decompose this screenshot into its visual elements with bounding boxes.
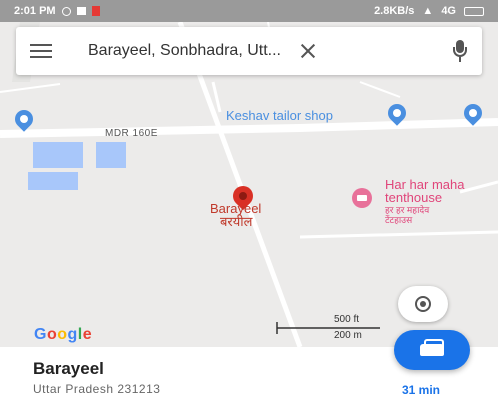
place-title: Barayeel [33, 359, 104, 378]
status-bar: 2:01 PM 2.8KB/s ▲ 4G [0, 0, 498, 22]
road-label: MDR 160E [105, 128, 158, 139]
car-icon [420, 339, 444, 356]
menu-icon[interactable] [30, 44, 52, 58]
place-label-hi: बरयील [220, 214, 253, 229]
network-type: 4G [441, 5, 456, 17]
mic-icon[interactable] [452, 40, 468, 62]
directions-button[interactable] [394, 330, 470, 370]
notification-icon [76, 7, 86, 15]
status-time: 2:01 PM [14, 5, 56, 17]
google-logo: Google [34, 326, 93, 343]
poi-sub-line2: टेंटहाउस [385, 215, 413, 225]
poi-sub-line1: हर हर महादेव [385, 205, 430, 215]
alert-icon [91, 6, 100, 16]
shop-label[interactable]: Keshav tailor shop [226, 108, 333, 123]
whatsapp-icon [61, 6, 71, 16]
network-speed: 2.8KB/s [374, 5, 415, 17]
signal-icon: ▲ [422, 5, 434, 17]
travel-time: 31 min [402, 383, 441, 397]
search-input[interactable]: Barayeel, Sonbhadra, Utt... [88, 42, 281, 60]
search-bar[interactable]: Barayeel, Sonbhadra, Utt... [16, 27, 482, 75]
place-address: Uttar Pradesh 231213 [33, 382, 161, 396]
close-icon[interactable] [299, 42, 317, 60]
scale-ft: 500 ft [334, 314, 360, 325]
my-location-button[interactable] [398, 286, 448, 322]
poi-label-line2[interactable]: tenthouse [385, 191, 442, 204]
scale-m: 200 m [334, 330, 362, 341]
tent-house-icon[interactable] [352, 188, 372, 208]
battery-icon [464, 6, 484, 16]
